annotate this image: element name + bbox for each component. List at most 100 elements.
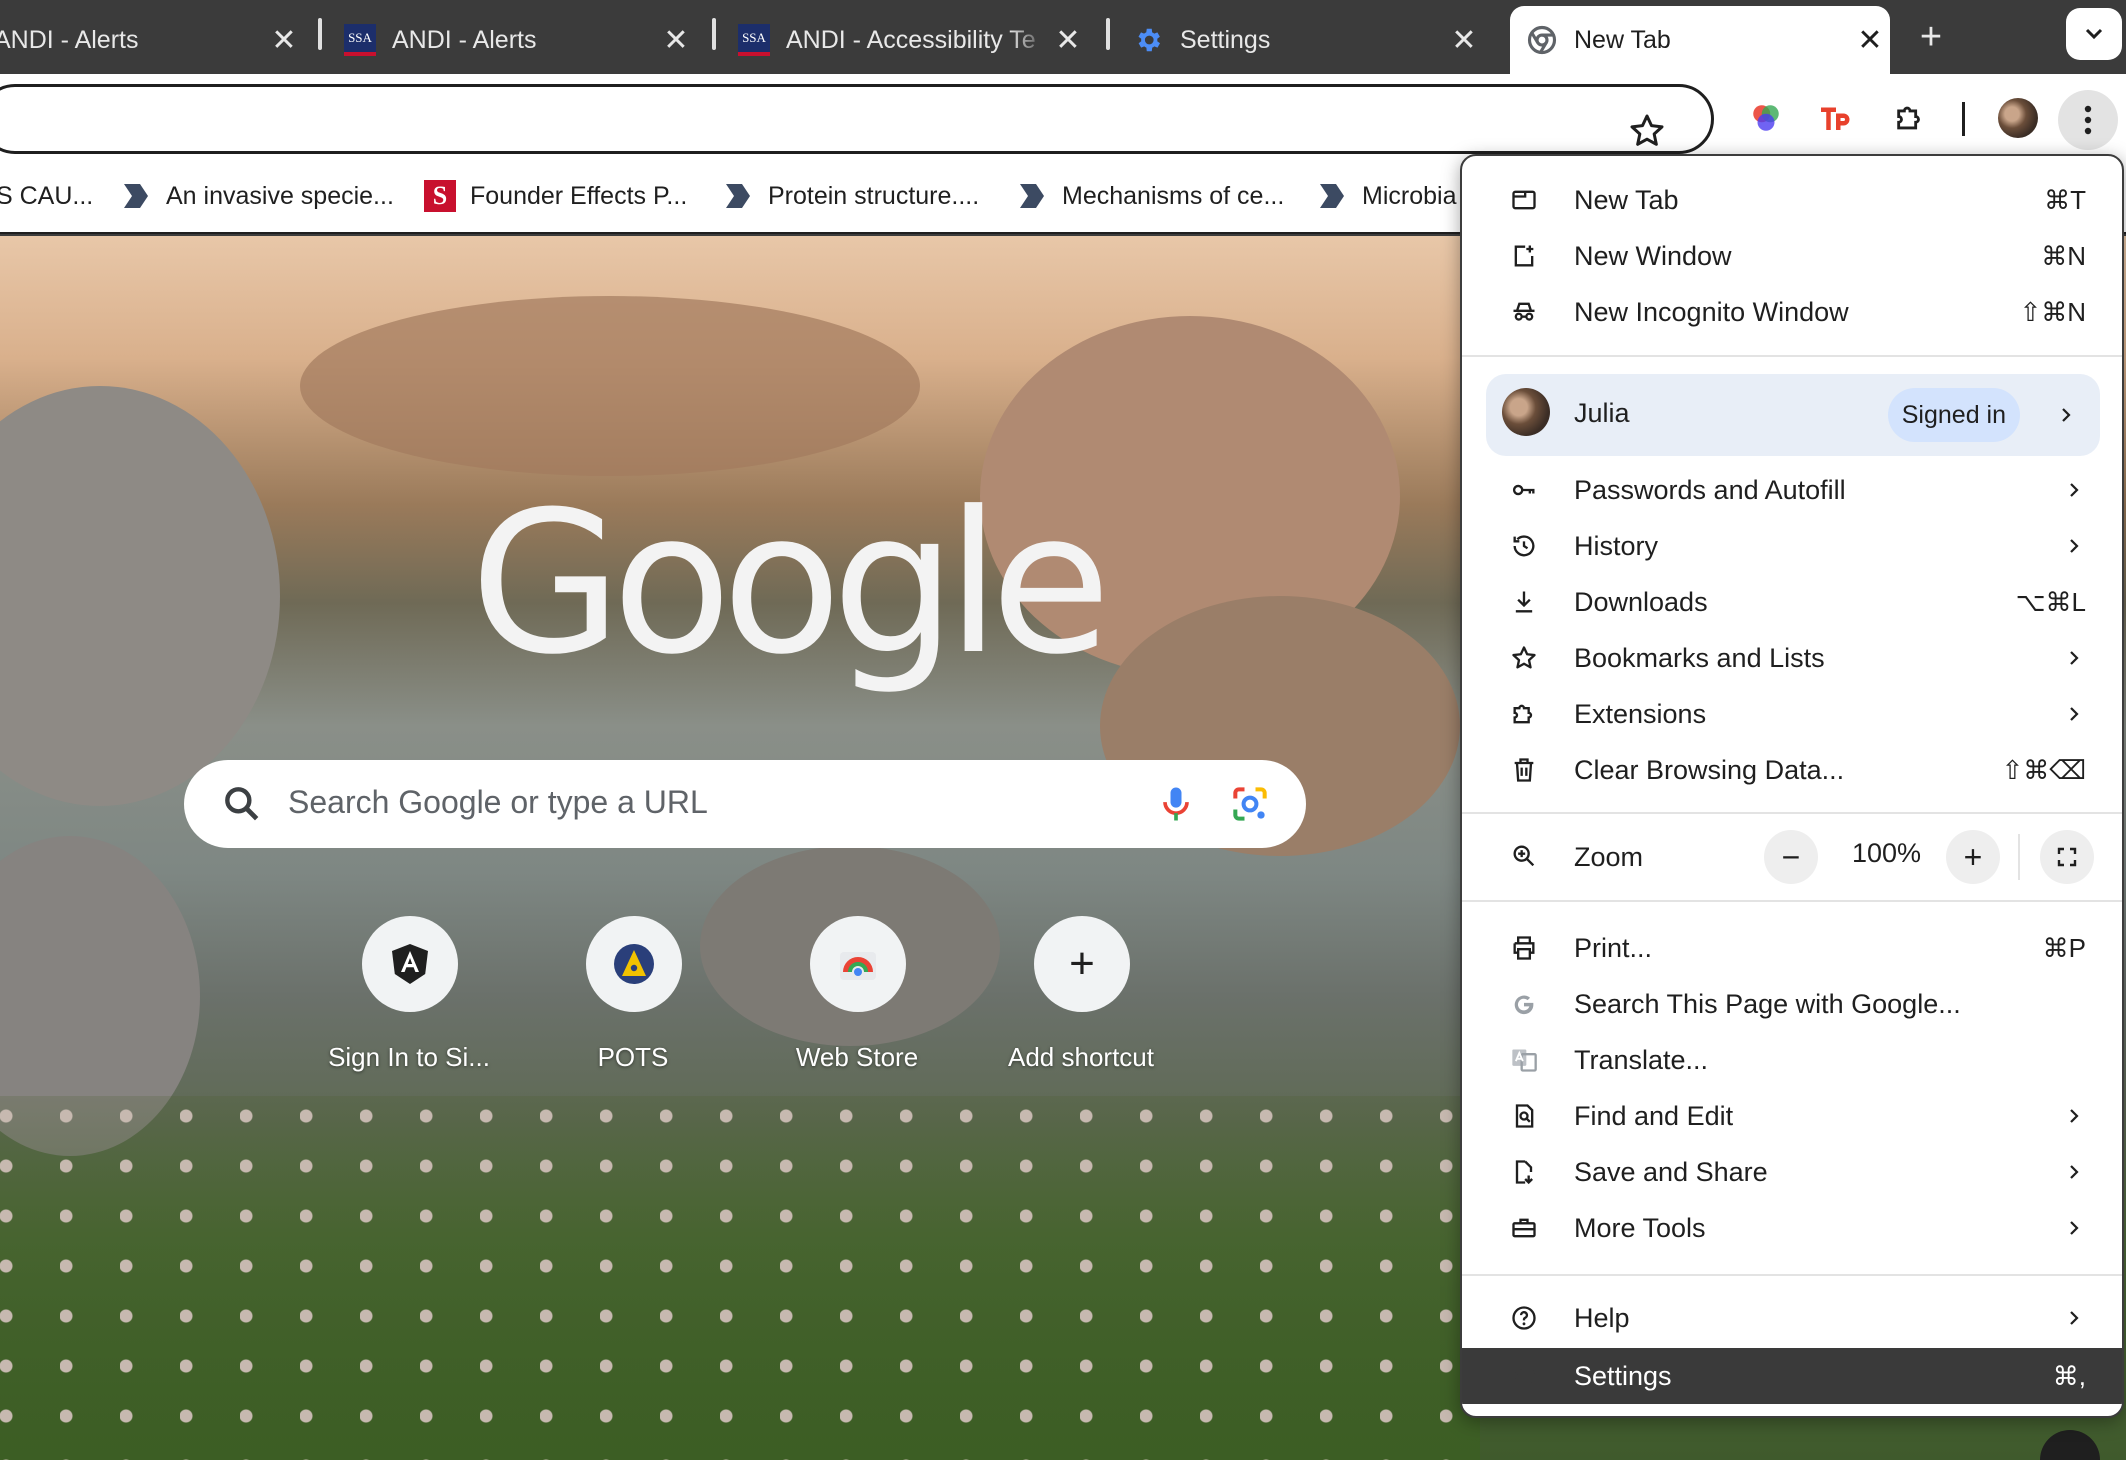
pots-icon [586,916,682,1012]
chevron-right-icon [2070,1165,2079,1179]
close-tab-icon[interactable]: ✕ [656,20,696,60]
signed-in-badge: Signed in [1887,388,2020,442]
toolbox-icon [1510,1214,1538,1242]
shortcut-label: POTS [597,1042,669,1072]
trash-icon [1510,756,1538,784]
avatar [1502,388,1550,436]
menu-divider [1462,900,2122,902]
menu-item-print[interactable]: Print... ⌘P [1462,920,2122,976]
find-icon [1510,1102,1538,1130]
menu-item-downloads[interactable]: Downloads ⌥⌘L [1462,574,2122,630]
chevron-right-icon [2070,483,2079,497]
menu-item-history[interactable]: History [1462,518,2122,574]
address-bar[interactable] [0,84,1714,154]
shortcut-label: Sign In to Si... [328,1042,490,1072]
profile-avatar-icon[interactable] [1996,96,2040,140]
bookmark-item[interactable]: Microbia [1316,176,1456,216]
tab-title: ANDI - Accessibility Te [786,25,1036,54]
menu-item-find-edit[interactable]: Find and Edit [1462,1088,2122,1144]
settings-icon [1510,1362,1538,1390]
google-lens-icon[interactable] [1228,782,1272,826]
zoom-label: Zoom [1574,842,1644,872]
shortcut-pots[interactable]: POTS [548,916,718,1076]
fullscreen-icon [2057,847,2077,867]
zoom-icon [1510,842,1538,875]
menu-divider [1462,1274,2122,1276]
tab-settings[interactable]: Settings ✕ [1132,6,1484,74]
background-flowers [0,1096,1480,1460]
bookmark-item[interactable]: S CAU... [0,176,93,216]
menu-item-clear-data[interactable]: Clear Browsing Data... ⇧⌘⌫ [1462,742,2122,798]
menu-item-search-page[interactable]: Search This Page with Google... [1462,976,2122,1032]
new-tab-button[interactable]: + [1908,14,1954,60]
tp-extension-icon[interactable] [1814,96,1858,140]
menu-item-passwords[interactable]: Passwords and Autofill [1462,462,2122,518]
ssa-icon: SSA [344,24,376,56]
menu-item-translate[interactable]: Translate... [1462,1032,2122,1088]
microphone-icon[interactable] [1154,782,1198,826]
bookmark-item[interactable]: Protein structure.... [722,176,979,216]
bookmark-item[interactable]: An invasive specie... [120,176,394,216]
chrome-icon [1526,24,1558,56]
tab-andi-accessibility[interactable]: SSA ANDI - Accessibility Te ✕ [738,6,1088,74]
tab-separator [318,18,322,50]
puzzle-icon[interactable] [1888,96,1932,140]
google-logo: Google [470,470,1111,698]
shortcut-web-store[interactable]: Web Store [772,916,942,1076]
bookmark-item[interactable]: Mechanisms of ce... [1016,176,1284,216]
chevron-right-icon [2070,1221,2079,1235]
shortcut-label: Add shortcut [1008,1042,1154,1072]
close-tab-icon[interactable]: ✕ [264,20,304,60]
color-extension-icon[interactable] [1744,96,1788,140]
zoom-out-button[interactable]: − [1764,830,1818,884]
tab-andi-alerts-2[interactable]: SSA ANDI - Alerts ✕ [344,6,696,74]
menu-item-new-tab[interactable]: New Tab ⌘T [1462,172,2122,228]
close-tab-icon[interactable]: ✕ [1850,20,1890,60]
doc-bookmark-icon [124,184,148,208]
menu-item-incognito[interactable]: New Incognito Window ⇧⌘N [1462,284,2122,340]
profile-name: Julia [1574,398,1630,428]
shortcut-label: Web Store [795,1042,919,1072]
close-tab-icon[interactable]: ✕ [1048,20,1088,60]
plus-icon: + [1034,916,1130,1012]
menu-divider [1462,355,2122,357]
tab-new-tab[interactable]: New Tab ✕ [1510,6,1890,74]
chrome-menu-button[interactable] [2058,90,2118,150]
print-icon [1510,934,1538,962]
menu-item-help[interactable]: Help [1462,1290,2122,1346]
tab-separator [1106,18,1110,50]
angular-icon [362,916,458,1012]
tab-andi-alerts-1[interactable]: ANDI - Alerts ✕ [0,6,304,74]
close-tab-icon[interactable]: ✕ [1444,20,1484,60]
tab-search-button[interactable] [2066,8,2122,60]
new-tab-icon [1510,186,1538,214]
webstore-icon [810,916,906,1012]
translate-icon [1510,1046,1538,1074]
menu-zoom-row: Zoom − 100% + [1462,816,2122,896]
three-dots-icon [2084,105,2092,135]
menu-divider [1462,812,2122,814]
menu-item-settings[interactable]: Settings ⌘, [1462,1348,2122,1404]
menu-item-extensions[interactable]: Extensions [1462,686,2122,742]
menu-item-more-tools[interactable]: More Tools [1462,1200,2122,1256]
bookmark-item[interactable]: S Founder Effects P... [424,176,687,216]
s-logo-icon: S [424,180,456,212]
menu-item-save-share[interactable]: Save and Share [1462,1144,2122,1200]
menu-profile-row[interactable]: Julia Signed in [1486,374,2100,456]
help-icon [1510,1304,1538,1332]
shortcut-add[interactable]: + Add shortcut [996,916,1166,1076]
ntp-search-box[interactable]: Search Google or type a URL [184,760,1306,848]
zoom-in-button[interactable]: + [1946,830,2000,884]
fullscreen-button[interactable] [2040,830,2094,884]
download-icon [1510,588,1538,616]
bookmark-label: Microbia [1362,181,1457,210]
menu-item-bookmarks[interactable]: Bookmarks and Lists [1462,630,2122,686]
star-icon [1510,644,1538,672]
menu-item-new-window[interactable]: New Window ⌘N [1462,228,2122,284]
customize-button[interactable] [2040,1430,2100,1460]
chevron-right-icon [2070,707,2079,721]
bookmark-star-icon[interactable] [1627,111,1667,151]
bookmark-label: Mechanisms of ce... [1062,181,1285,210]
shortcut-sign-in[interactable]: Sign In to Si... [324,916,494,1076]
chevron-right-icon [2070,1109,2079,1123]
